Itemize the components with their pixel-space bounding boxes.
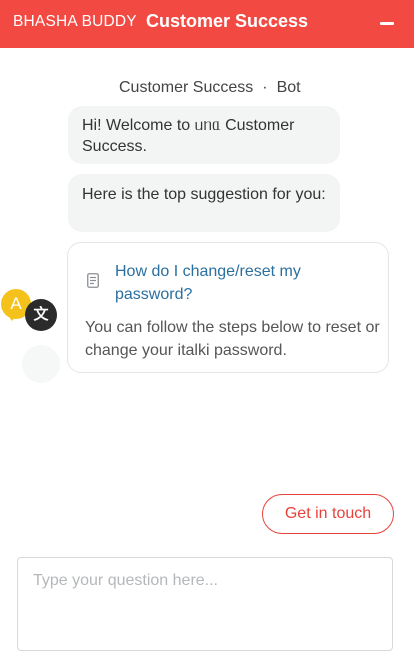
translate-source-tail [7, 314, 17, 321]
suggestion-intro-message: Here is the top suggestion for you: [68, 174, 340, 232]
minimize-icon[interactable] [380, 14, 394, 32]
chat-header: BHASHA BUDDY Customer Success [0, 0, 414, 48]
welcome-message: Hi! Welcome to ᥙᥒᥲ Customer Success. [68, 106, 340, 164]
chat-title: Customer Success [146, 11, 309, 31]
sender-role: Bot [276, 79, 301, 96]
translate-button[interactable]: A 文 [1, 287, 57, 333]
bot-avatar [22, 345, 60, 383]
sender-name: Customer Success [119, 79, 254, 96]
document-icon [87, 273, 99, 288]
suggestion-card[interactable]: How do I change/reset my password? You c… [67, 242, 389, 373]
brand-name: BHASHA BUDDY [13, 13, 137, 30]
sender-line: Customer Success · Bot [119, 79, 301, 97]
question-input-container [17, 557, 393, 651]
suggestion-question-link[interactable]: How do I change/reset my password? [115, 260, 365, 306]
translate-target-icon: 文 [25, 299, 57, 331]
sender-separator: · [262, 79, 268, 96]
get-in-touch-button[interactable]: Get in touch [262, 494, 394, 534]
question-input[interactable] [18, 558, 392, 650]
suggestion-answer: You can follow the steps below to reset … [85, 319, 380, 359]
